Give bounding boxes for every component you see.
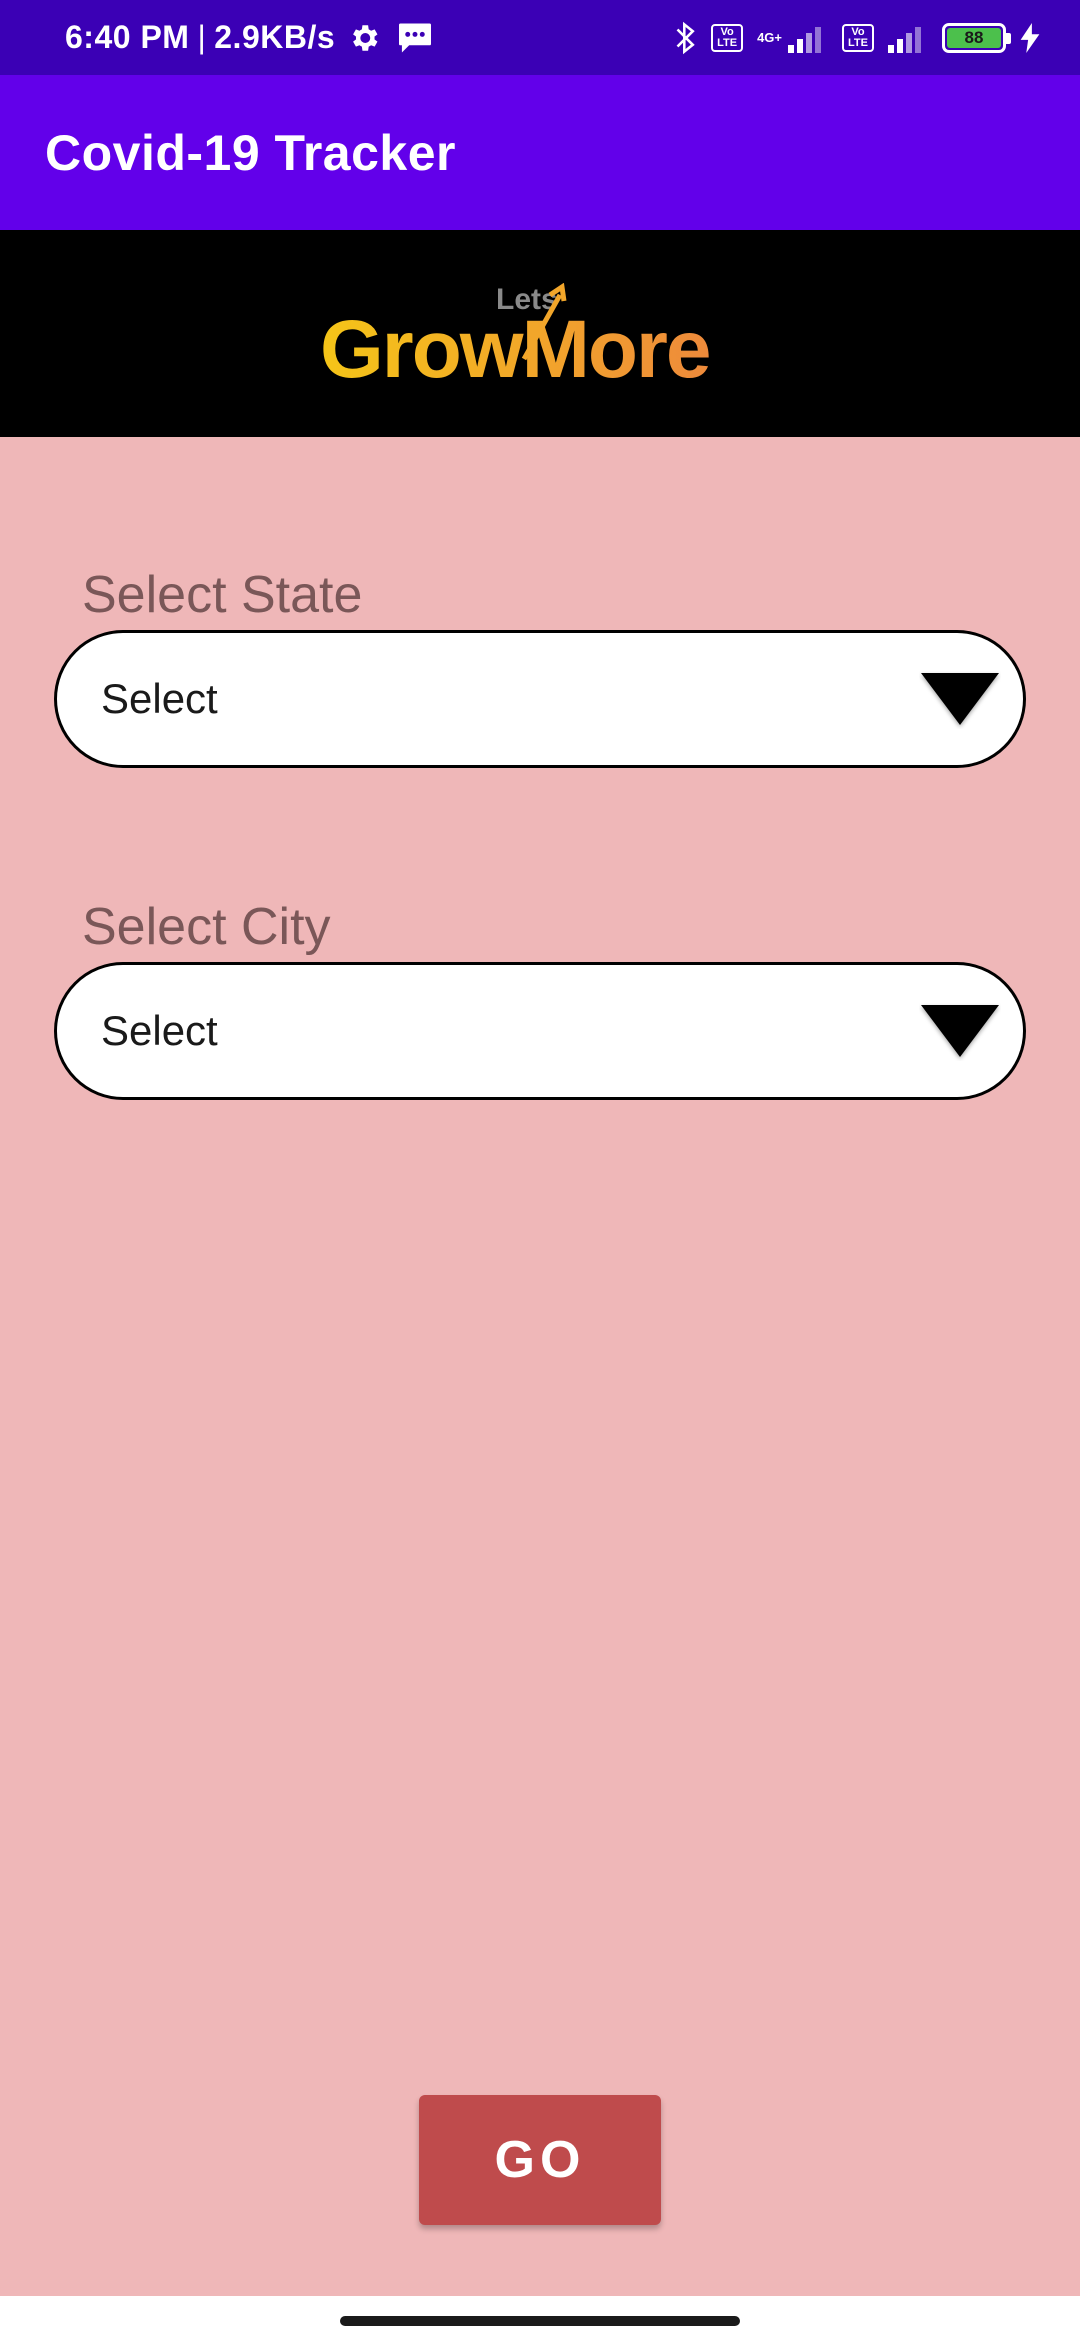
status-right: Vo LTE 4G+ Vo LTE 88 [675,21,1040,55]
app-bar: Covid-19 Tracker [0,75,1080,230]
city-dropdown-value: Select [101,1007,218,1054]
chevron-down-icon [921,673,999,725]
arrow-icon [521,282,567,360]
status-net-speed: 2.9KB/s [214,19,336,55]
network-type: 4G+ [757,29,782,45]
state-dropdown-value: Select [101,675,218,722]
status-bar: 6:40 PM | 2.9KB/s Vo LTE 4G+ Vo LTE 88 [0,0,1080,75]
volte-icon-2: Vo LTE [842,23,874,52]
banner: Lets GrowMore [0,230,1080,437]
go-button[interactable]: GO [419,2095,661,2225]
signal-icon [788,26,821,53]
city-label: Select City [82,898,331,956]
volte-icon: Vo LTE [711,23,744,52]
nav-bar [0,2296,1080,2340]
chevron-down-icon [921,1005,999,1057]
home-indicator[interactable] [340,2316,740,2326]
app-title: Covid-19 Tracker [45,124,456,181]
logo-main-text: GrowMore [320,303,711,395]
bluetooth-icon [676,21,695,54]
charging-icon [1020,22,1040,53]
gear-icon [353,24,378,51]
screen: 6:40 PM | 2.9KB/s Vo LTE 4G+ Vo LTE 88 C… [0,0,1080,2340]
state-label: Select State [82,566,363,624]
signal-icon-2 [888,26,921,53]
status-left: 6:40 PM | 2.9KB/s [65,19,433,56]
message-icon [399,22,432,53]
status-separator: | [197,19,207,55]
status-time: 6:40 PM [65,19,190,55]
state-dropdown[interactable]: Select [54,630,1026,768]
battery-level: 88 [947,27,1001,48]
city-dropdown[interactable]: Select [54,962,1026,1100]
logo: Lets GrowMore [320,279,760,395]
battery-icon: 88 [942,22,1011,53]
